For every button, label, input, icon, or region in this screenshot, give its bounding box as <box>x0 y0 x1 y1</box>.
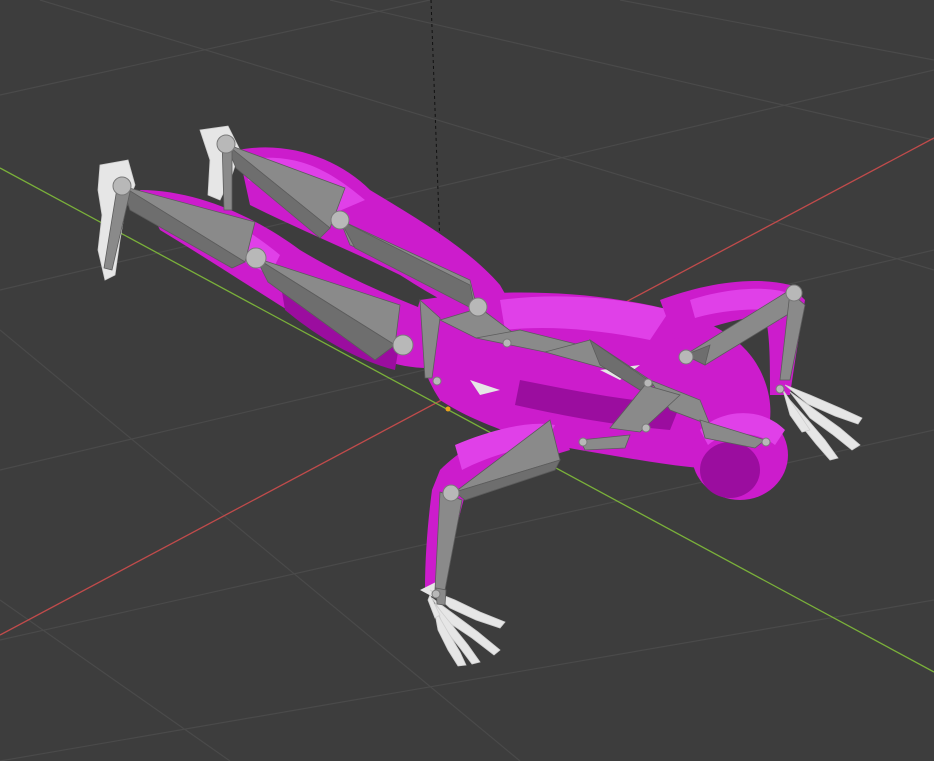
joint-wrist-near <box>431 589 441 599</box>
viewport-canvas[interactable] <box>0 0 934 761</box>
joint-elbow-near <box>442 484 460 502</box>
scene-origin-marker <box>445 406 451 412</box>
bone-forearm-near <box>434 491 463 591</box>
joint-left-knee <box>330 210 350 230</box>
joint-shoulder-near <box>578 437 588 447</box>
muscle-mesh[interactable] <box>140 147 805 598</box>
joint-neck <box>641 423 651 433</box>
joint-right-hip <box>392 334 414 356</box>
joint-left-ankle <box>216 134 236 154</box>
joint-chest <box>643 378 653 388</box>
joint-right-knee <box>245 247 267 269</box>
joint-spine <box>502 338 512 348</box>
joint-left-hip <box>468 297 488 317</box>
far-hand-bones <box>782 384 863 461</box>
3d-viewport[interactable] <box>0 0 934 761</box>
joint-right-ankle <box>112 176 132 196</box>
joint-wrist-far <box>775 384 785 394</box>
joint-shoulder-far <box>678 349 694 365</box>
joint-pelvis-root <box>432 376 442 386</box>
joint-head <box>761 437 771 447</box>
joint-elbow-far <box>785 284 803 302</box>
